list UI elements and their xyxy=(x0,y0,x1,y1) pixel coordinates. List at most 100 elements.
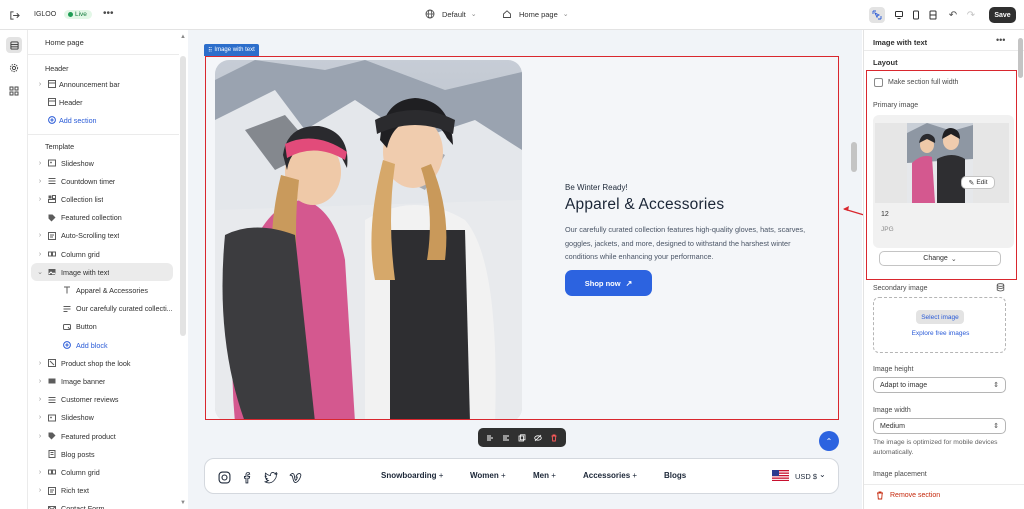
sidebar-title: Home page xyxy=(45,38,84,47)
nav-women[interactable]: Women + xyxy=(470,471,506,480)
home-icon xyxy=(503,10,511,18)
list-icon xyxy=(45,177,59,185)
sidebar-item-label: Slideshow xyxy=(61,413,94,423)
T-icon xyxy=(60,286,74,294)
sidebar-item-contact-form[interactable]: Contact Form xyxy=(28,500,179,509)
chevron-right-icon[interactable]: › xyxy=(35,251,45,258)
img-icon xyxy=(45,268,59,276)
settings-icon[interactable] xyxy=(6,60,22,76)
nav-snowboarding[interactable]: Snowboarding + xyxy=(381,471,443,480)
more-actions-icon[interactable]: ••• xyxy=(103,8,114,19)
mobile-view-icon[interactable] xyxy=(908,7,924,23)
page-label: Home page xyxy=(519,9,558,19)
shop-now-button[interactable]: Shop now ↗ xyxy=(565,270,652,296)
sidebar-item-collection-list[interactable]: › Collection list xyxy=(28,190,179,208)
chevron-down-icon[interactable]: ⌄ xyxy=(819,470,826,479)
sidebar-item-rich-text[interactable]: › Rich text xyxy=(28,482,179,500)
sidebar-scrollbar[interactable] xyxy=(180,56,186,336)
vimeo-icon[interactable] xyxy=(286,468,304,486)
nav-blogs[interactable]: Blogs xyxy=(664,471,686,480)
chevron-right-icon[interactable]: › xyxy=(35,414,45,421)
slides-icon xyxy=(45,159,59,167)
move-down-icon[interactable] xyxy=(502,434,510,442)
hero-image xyxy=(215,60,522,419)
remove-section-button[interactable]: Remove section xyxy=(876,491,940,500)
explore-images-link[interactable]: Explore free images xyxy=(874,330,1007,337)
sidebar-item-label: Announcement bar xyxy=(59,79,120,89)
chevron-right-icon[interactable]: › xyxy=(35,196,45,203)
chevron-right-icon[interactable]: › xyxy=(35,178,45,185)
chevron-right-icon[interactable]: › xyxy=(35,469,45,476)
sections-icon[interactable] xyxy=(6,37,22,53)
sidebar-item-slideshow[interactable]: › Slideshow xyxy=(28,409,179,427)
theme-selector[interactable]: Default ⌄ xyxy=(425,9,477,19)
cols-icon xyxy=(45,468,59,476)
sidebar-item-button[interactable]: Button xyxy=(28,318,179,336)
facebook-icon[interactable] xyxy=(238,468,256,486)
sidebar-item-featured-product[interactable]: › Featured product xyxy=(28,427,179,445)
select-image-button[interactable]: Select image xyxy=(916,310,964,324)
chevron-right-icon[interactable]: › xyxy=(35,378,45,385)
sidebar-item-auto-scrolling-text[interactable]: › Auto-Scrolling text xyxy=(28,227,179,245)
chevron-down-icon: ⌄ xyxy=(562,11,569,18)
sidebar-item-image-with-text[interactable]: ⌄ Image with text xyxy=(31,263,173,282)
sidebar-item-product-shop-the-look[interactable]: › Product shop the look xyxy=(28,354,179,372)
panel-scrollbar[interactable] xyxy=(1018,38,1023,78)
sidebar-item-slideshow[interactable]: › Slideshow xyxy=(28,154,179,172)
chevron-right-icon[interactable]: › xyxy=(35,160,45,167)
instagram-icon[interactable] xyxy=(215,468,233,486)
image-height-select[interactable]: Adapt to image ⇕ xyxy=(873,377,1006,393)
scroll-to-top-button[interactable]: ⌃ xyxy=(819,431,839,451)
section-tag[interactable]: ⠿ Image with text xyxy=(204,44,259,56)
more-options-icon[interactable]: ••• xyxy=(996,35,1005,45)
chevron-right-icon[interactable]: › xyxy=(35,487,45,494)
chevron-right-icon[interactable]: › xyxy=(35,396,45,403)
chevron-down-icon[interactable]: ⌄ xyxy=(35,268,45,276)
apps-icon[interactable] xyxy=(6,83,22,99)
twitter-icon[interactable] xyxy=(262,468,280,486)
move-up-icon[interactable] xyxy=(486,434,494,442)
sidebar-item-apparel-accessories[interactable]: Apparel & Accessories xyxy=(28,281,179,299)
inspector-icon[interactable] xyxy=(869,7,885,23)
nav-accessories[interactable]: Accessories + xyxy=(583,471,637,480)
sidebar-item-column-grid[interactable]: › Column grid xyxy=(28,463,179,481)
exit-icon[interactable] xyxy=(8,9,20,21)
sidebar-item-header[interactable]: Header xyxy=(28,93,179,111)
desktop-view-icon[interactable] xyxy=(891,7,907,23)
chevron-right-icon[interactable]: › xyxy=(35,360,45,367)
page-selector[interactable]: Home page ⌄ xyxy=(502,9,569,19)
redo-icon[interactable]: ↷ xyxy=(963,7,979,23)
image-width-select[interactable]: Medium ⇕ xyxy=(873,418,1006,434)
sidebar-item-column-grid[interactable]: › Column grid xyxy=(28,245,179,263)
chevron-right-icon[interactable]: › xyxy=(35,433,45,440)
sidebar-item-countdown-timer[interactable]: › Countdown timer xyxy=(28,172,179,190)
trash-icon xyxy=(877,491,883,500)
add-section-header[interactable]: Add section xyxy=(28,111,179,129)
duplicate-icon[interactable] xyxy=(518,433,526,442)
database-icon[interactable] xyxy=(996,283,1005,294)
nav-men[interactable]: Men + xyxy=(533,471,556,480)
undo-icon[interactable]: ↶ xyxy=(945,7,961,23)
sidebar-item-featured-collection[interactable]: Featured collection xyxy=(28,209,179,227)
scroll-up-icon[interactable]: ▲ xyxy=(180,34,186,40)
shop-now-label: Shop now xyxy=(584,278,621,288)
scroll-down-icon[interactable]: ▼ xyxy=(180,500,186,506)
image-with-text-section[interactable]: Be Winter Ready! Apparel & Accessories O… xyxy=(205,56,839,420)
delete-icon[interactable] xyxy=(550,434,558,442)
sidebar-item-blog-posts[interactable]: Blog posts xyxy=(28,445,179,463)
sidebar-item-our-carefully-curated-collecti[interactable]: Our carefully curated collecti... xyxy=(28,300,179,318)
image-height-label: Image height xyxy=(873,366,914,373)
hide-icon[interactable] xyxy=(534,434,542,442)
add-block-button[interactable]: Add block xyxy=(28,336,179,354)
chevron-right-icon[interactable]: › xyxy=(35,232,45,239)
currency-selector[interactable]: USD $ xyxy=(795,472,817,481)
secondary-image-dropzone[interactable]: Select image Explore free images xyxy=(873,297,1006,353)
sidebar-item-image-banner[interactable]: › Image banner xyxy=(28,372,179,390)
fullscreen-view-icon[interactable] xyxy=(925,7,941,23)
grip-icon: ⠿ xyxy=(208,47,213,54)
form-icon xyxy=(45,505,59,509)
sidebar-item-announcement-bar[interactable]: › Announcement bar xyxy=(28,75,179,93)
save-button[interactable]: Save xyxy=(989,7,1016,23)
sidebar-item-customer-reviews[interactable]: › Customer reviews xyxy=(28,391,179,409)
canvas-scrollbar[interactable] xyxy=(851,142,857,172)
